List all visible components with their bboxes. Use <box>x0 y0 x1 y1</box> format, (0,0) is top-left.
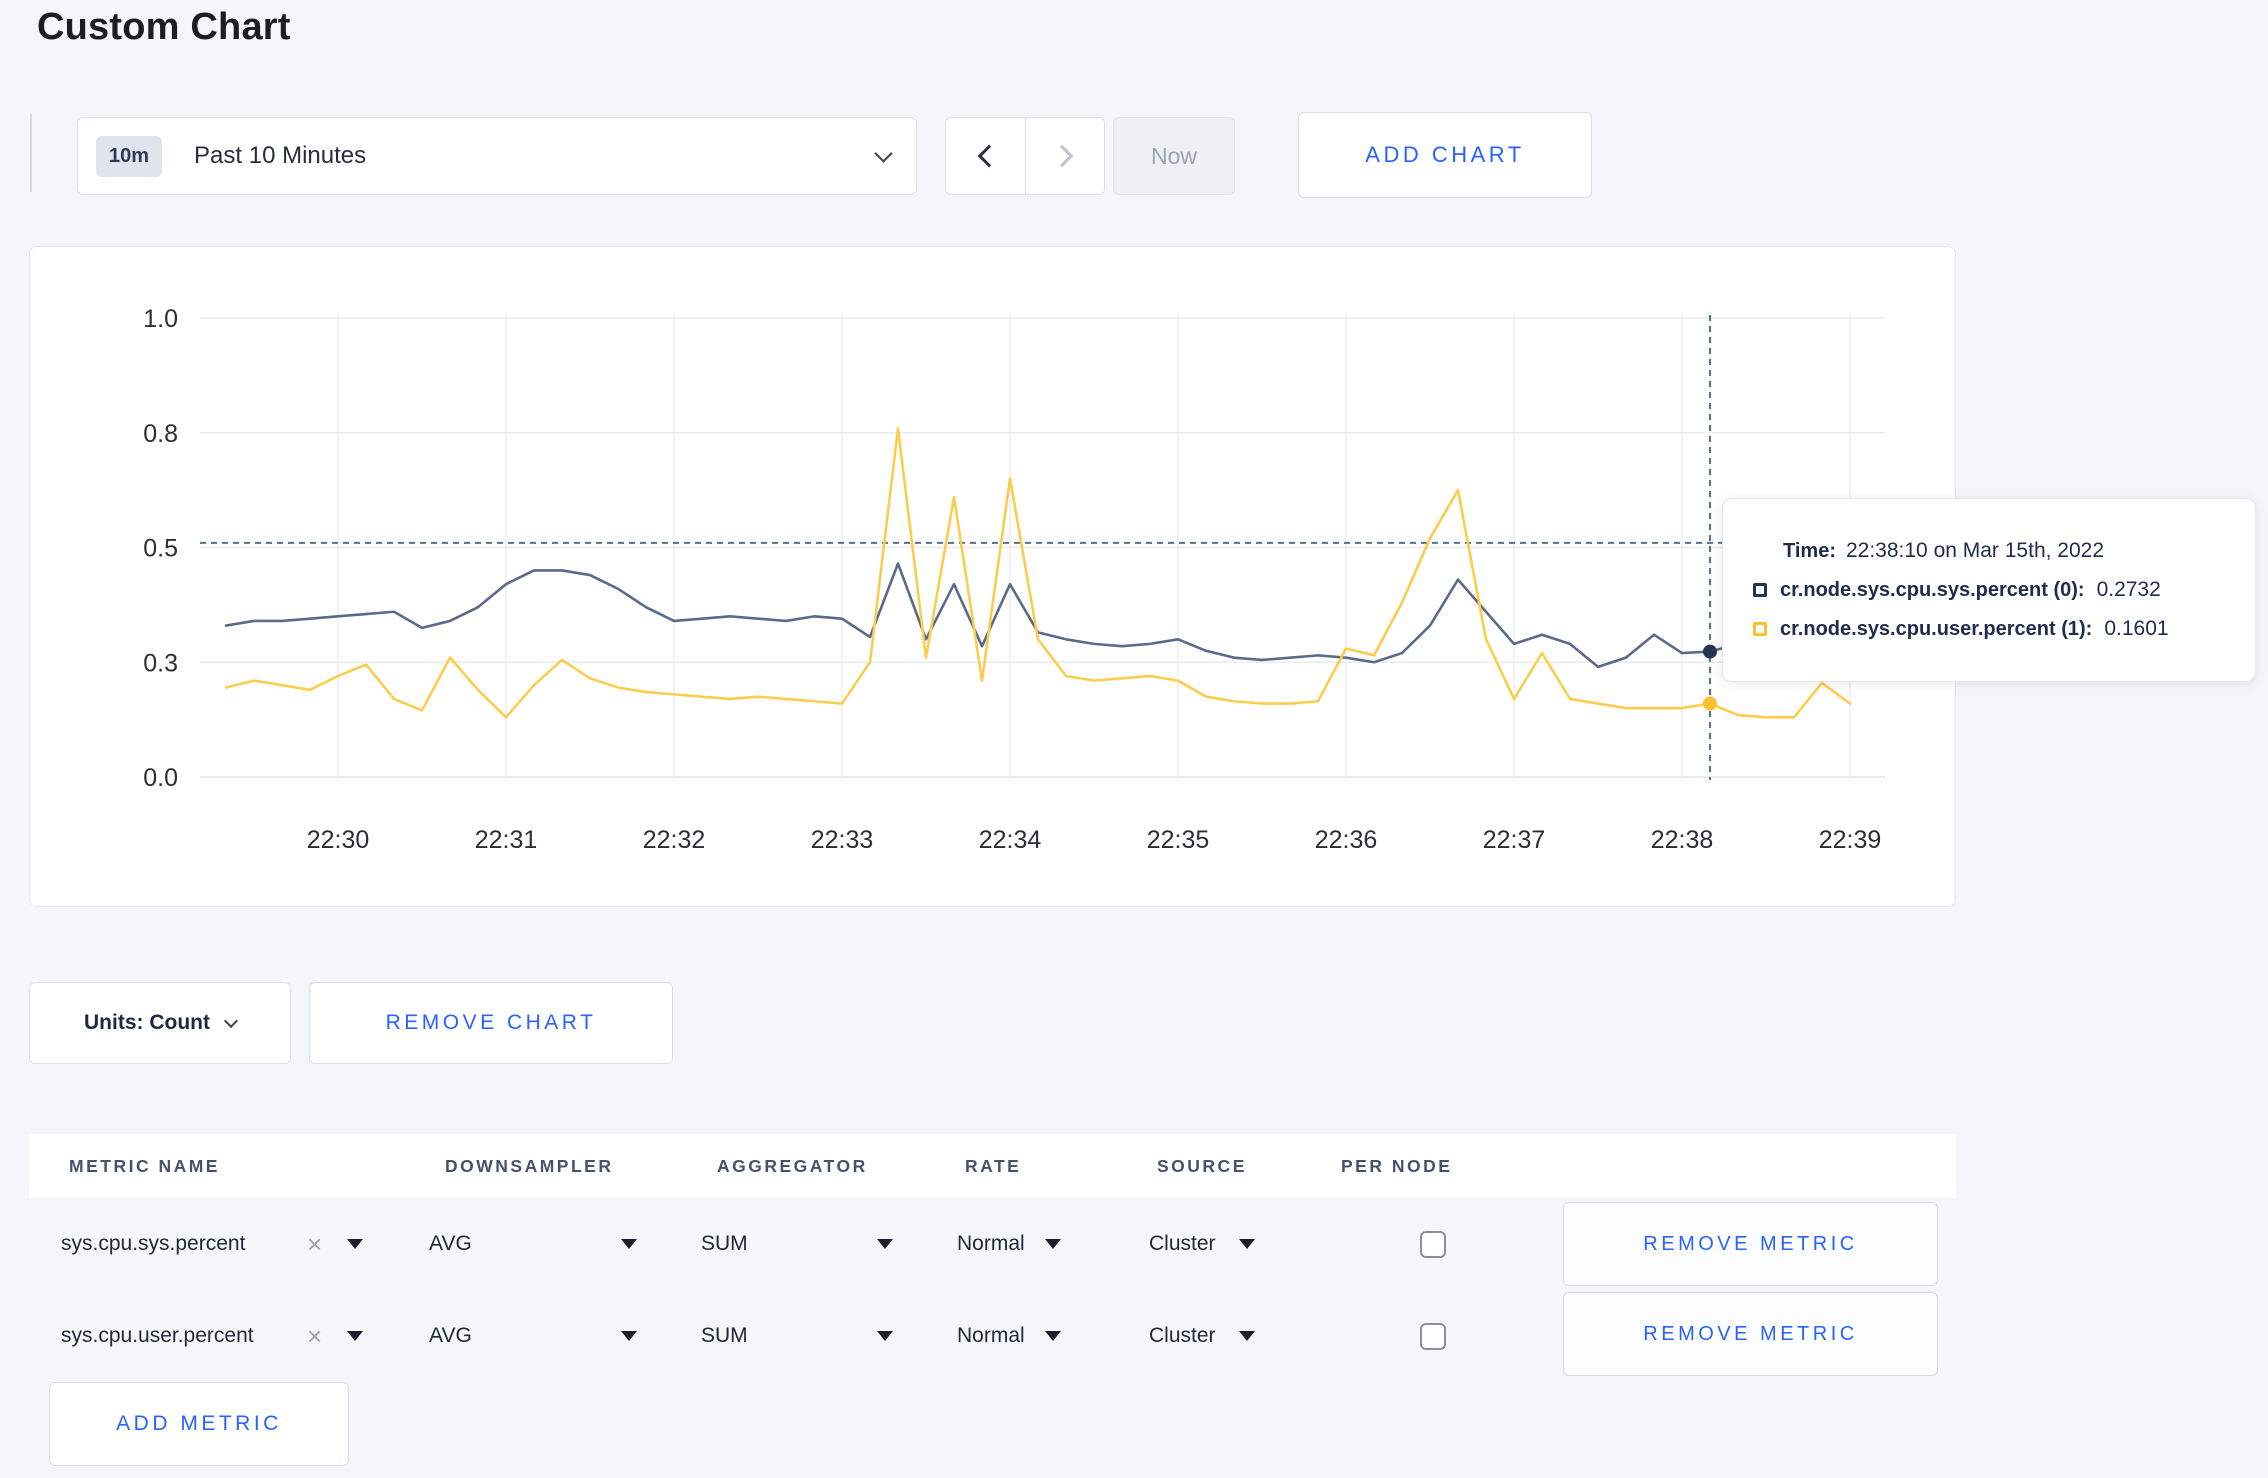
add-chart-button[interactable]: ADD CHART <box>1298 112 1592 198</box>
units-label: Units: Count <box>84 1011 210 1034</box>
clear-metric-icon[interactable]: × <box>307 1198 322 1290</box>
rate-arrow-icon[interactable] <box>1045 1239 1061 1249</box>
column-header-aggregator: AGGREGATOR <box>717 1155 868 1176</box>
metric-select-arrow-icon[interactable] <box>347 1239 363 1249</box>
svg-text:22:34: 22:34 <box>978 826 1041 854</box>
svg-text:1.0: 1.0 <box>143 305 178 333</box>
svg-text:22:36: 22:36 <box>1314 826 1377 854</box>
aggregator-select[interactable]: SUM <box>701 1198 748 1290</box>
rate-arrow-icon[interactable] <box>1045 1331 1061 1341</box>
tooltip-time-row: Time: 22:38:10 on Mar 15th, 2022 <box>1783 539 2255 563</box>
metric-row: sys.cpu.sys.percent × AVG SUM Normal Clu… <box>29 1198 1956 1290</box>
now-button[interactable]: Now <box>1113 117 1235 195</box>
source-arrow-icon[interactable] <box>1239 1239 1255 1249</box>
downsampler-select[interactable]: AVG <box>429 1198 472 1290</box>
tooltip-time-label: Time: <box>1783 540 1836 562</box>
series-sys-swatch-icon <box>1753 583 1767 597</box>
column-header-source: SOURCE <box>1157 1155 1247 1176</box>
source-arrow-icon[interactable] <box>1239 1331 1255 1341</box>
svg-text:22:39: 22:39 <box>1818 826 1881 854</box>
next-range-button[interactable] <box>1025 118 1104 194</box>
tooltip-series-label: cr.node.sys.cpu.user.percent (1): <box>1780 617 2093 640</box>
page-title: Custom Chart <box>37 6 291 48</box>
tooltip-series-label: cr.node.sys.cpu.sys.percent (0): <box>1780 578 2085 601</box>
svg-text:22:37: 22:37 <box>1482 826 1545 854</box>
svg-text:0.3: 0.3 <box>143 649 178 677</box>
downsampler-select[interactable]: AVG <box>429 1290 472 1382</box>
time-range-dropdown[interactable]: 10m Past 10 Minutes <box>77 117 917 195</box>
svg-text:22:32: 22:32 <box>642 826 705 854</box>
time-range-label: Past 10 Minutes <box>194 142 367 169</box>
metric-name-value[interactable]: sys.cpu.user.percent <box>61 1290 254 1382</box>
svg-text:22:38: 22:38 <box>1650 826 1713 854</box>
tooltip-time-value: 22:38:10 on Mar 15th, 2022 <box>1845 539 2105 562</box>
per-node-checkbox[interactable] <box>1420 1322 1446 1350</box>
remove-metric-button[interactable]: REMOVE METRIC <box>1563 1202 1938 1286</box>
units-dropdown[interactable]: Units: Count <box>29 982 291 1064</box>
chart-card: 1.0 0.8 0.5 0.3 0.0 22:30 22:31 22:32 22:33 22:34… <box>29 246 1956 907</box>
aggregator-arrow-icon[interactable] <box>877 1239 893 1249</box>
chart-hover-tooltip: Time: 22:38:10 on Mar 15th, 2022 cr.node.… <box>1722 498 2256 682</box>
source-select[interactable]: Cluster <box>1149 1290 1216 1382</box>
svg-text:0.5: 0.5 <box>143 534 178 562</box>
remove-metric-button[interactable]: REMOVE METRIC <box>1563 1292 1938 1376</box>
column-header-metric-name: METRIC NAME <box>69 1155 220 1176</box>
column-header-downsampler: DOWNSAMPLER <box>445 1155 614 1176</box>
per-node-checkbox[interactable] <box>1420 1230 1446 1258</box>
source-select[interactable]: Cluster <box>1149 1198 1216 1290</box>
chevron-down-icon <box>874 143 893 163</box>
svg-text:22:30: 22:30 <box>306 826 369 854</box>
downsampler-arrow-icon[interactable] <box>621 1331 637 1341</box>
time-range-pager <box>945 117 1105 195</box>
tooltip-series-row: cr.node.sys.cpu.sys.percent (0): 0.2732 <box>1753 578 2255 602</box>
clear-metric-icon[interactable]: × <box>307 1290 322 1382</box>
metrics-table-header: METRIC NAME DOWNSAMPLER AGGREGATOR RATE … <box>29 1134 1956 1198</box>
toolbar-divider <box>30 114 32 192</box>
column-header-per-node: PER NODE <box>1341 1155 1453 1176</box>
svg-text:22:33: 22:33 <box>810 826 873 854</box>
timeseries-chart[interactable]: 1.0 0.8 0.5 0.3 0.0 22:30 22:31 22:32 22:33 22:34… <box>29 246 1956 907</box>
column-header-rate: RATE <box>965 1155 1022 1176</box>
time-range-badge: 10m <box>96 135 163 177</box>
tooltip-series-row: cr.node.sys.cpu.user.percent (1): 0.1601 <box>1753 617 2255 641</box>
chevron-down-icon <box>223 1013 239 1028</box>
custom-chart-page: Custom Chart 10m Past 10 Minutes Now ADD… <box>0 0 2268 1478</box>
chevron-right-icon <box>1050 144 1074 168</box>
downsampler-arrow-icon[interactable] <box>621 1239 637 1249</box>
chevron-left-icon <box>977 144 1000 168</box>
rate-select[interactable]: Normal <box>957 1198 1025 1290</box>
rate-select[interactable]: Normal <box>957 1290 1025 1382</box>
svg-text:22:31: 22:31 <box>474 826 537 854</box>
svg-text:0.8: 0.8 <box>143 419 178 447</box>
tooltip-series-value: 0.1601 <box>2104 617 2169 640</box>
metric-select-arrow-icon[interactable] <box>347 1331 363 1341</box>
remove-chart-button[interactable]: REMOVE CHART <box>309 982 673 1064</box>
series-user-swatch-icon <box>1753 622 1767 636</box>
svg-text:22:35: 22:35 <box>1146 826 1209 854</box>
aggregator-select[interactable]: SUM <box>701 1290 748 1382</box>
metric-row: sys.cpu.user.percent × AVG SUM Normal Cl… <box>29 1290 1956 1382</box>
tooltip-series-value: 0.2732 <box>2096 578 2161 601</box>
add-metric-button[interactable]: ADD METRIC <box>49 1382 349 1466</box>
svg-text:0.0: 0.0 <box>143 764 178 792</box>
previous-range-button[interactable] <box>946 118 1025 194</box>
metric-name-value[interactable]: sys.cpu.sys.percent <box>61 1198 245 1290</box>
aggregator-arrow-icon[interactable] <box>877 1331 893 1341</box>
